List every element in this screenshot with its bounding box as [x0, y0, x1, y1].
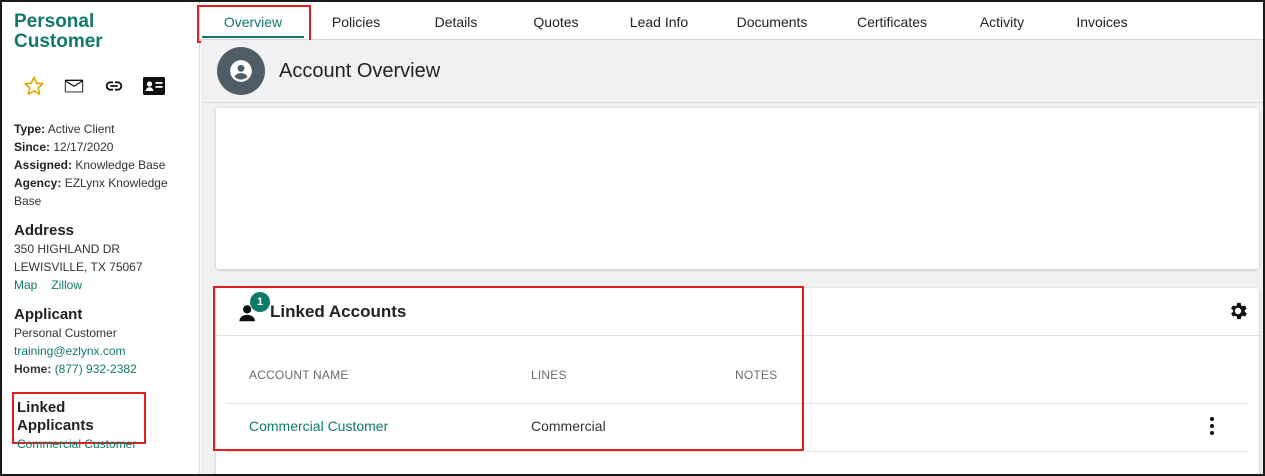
home-phone-link[interactable]: (877) 932-2382: [55, 362, 137, 376]
tab-policies[interactable]: Policies: [306, 2, 406, 39]
tab-certificates[interactable]: Certificates: [832, 2, 952, 39]
address-links: Map Zillow: [14, 276, 199, 294]
star-icon[interactable]: [22, 74, 46, 98]
tab-invoices[interactable]: Invoices: [1052, 2, 1152, 39]
page-title: Account Overview: [279, 59, 441, 82]
account-overview-header: Account Overview: [201, 40, 1263, 103]
more-options-icon[interactable]: [1209, 416, 1215, 436]
agency-row: Agency: EZLynx Knowledge Base: [14, 176, 168, 208]
tab-quotes[interactable]: Quotes: [506, 2, 606, 39]
customer-name: Personal Customer: [14, 11, 103, 52]
applicant-heading: Applicant: [14, 306, 83, 323]
contact-card-icon[interactable]: [142, 74, 166, 98]
app-frame: Personal Customer Type: Active Client Si…: [0, 0, 1265, 476]
overview-card: [216, 108, 1259, 269]
account-tabs: Overview Policies Details Quotes Lead In…: [200, 2, 1263, 40]
tab-documents[interactable]: Documents: [712, 2, 832, 39]
tab-activity[interactable]: Activity: [952, 2, 1052, 39]
link-icon[interactable]: [102, 74, 126, 98]
customer-action-icons: [22, 74, 199, 98]
address-line2: LEWISVILLE, TX 75067: [14, 260, 143, 274]
applicant-home-phone-row: Home: (877) 932-2382: [14, 362, 137, 376]
linked-applicant-link[interactable]: Commercial Customer: [17, 435, 144, 453]
tab-details[interactable]: Details: [406, 2, 506, 39]
map-link[interactable]: Map: [14, 278, 37, 292]
mail-icon[interactable]: [62, 74, 86, 98]
address-line1: 350 HIGHLAND DR: [14, 242, 121, 256]
account-circle-icon: [217, 47, 265, 95]
assigned-row: Assigned: Knowledge Base: [14, 158, 166, 172]
since-row: Since: 12/17/2020: [14, 140, 114, 154]
applicant-email-link[interactable]: training@ezlynx.com: [14, 342, 199, 360]
address-heading: Address: [14, 222, 75, 239]
zillow-link[interactable]: Zillow: [51, 278, 82, 292]
tab-lead-info[interactable]: Lead Info: [606, 2, 712, 39]
type-row: Type: Active Client: [14, 122, 115, 136]
linked-accounts-highlight: [213, 286, 804, 451]
linked-applicants-highlight: Linked Applicants Commercial Customer: [12, 392, 146, 451]
customer-info: Type: Active Client Since: 12/17/2020 As…: [14, 120, 199, 210]
overview-tab-highlight: [197, 5, 311, 43]
gear-icon[interactable]: [1227, 300, 1251, 324]
table-divider-bottom: [226, 451, 1249, 452]
linked-applicants-heading: Linked Applicants: [17, 399, 94, 434]
applicant-name: Personal Customer: [14, 326, 117, 340]
